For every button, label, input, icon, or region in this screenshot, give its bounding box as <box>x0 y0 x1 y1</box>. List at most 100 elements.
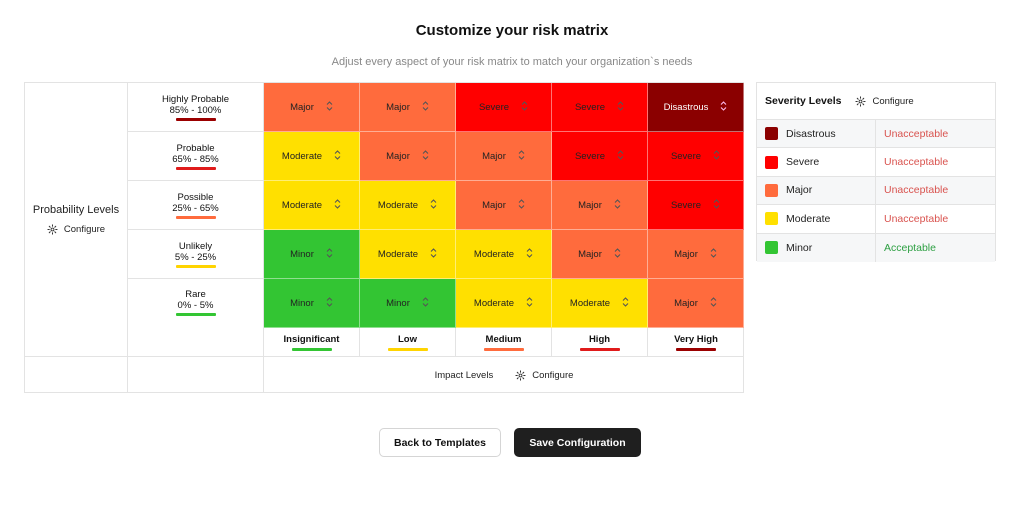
impact-level-name: Medium <box>485 333 522 345</box>
risk-cell-select[interactable]: Minor <box>264 279 360 328</box>
probability-configure-label: Configure <box>63 224 106 235</box>
severity-color-swatch <box>765 212 778 226</box>
impact-level[interactable]: High <box>552 328 648 356</box>
severity-level-name-cell: Major <box>757 176 876 205</box>
chevron-updown-icon <box>422 297 429 309</box>
risk-cell-select[interactable]: Major <box>648 230 744 279</box>
chevron-updown-icon <box>713 150 720 162</box>
severity-level-row[interactable]: Minor Acceptable <box>757 233 995 262</box>
impact-level-name: Very High <box>674 333 718 345</box>
risk-cell-select[interactable]: Moderate <box>456 230 552 279</box>
page-title: Customize your risk matrix <box>415 22 609 39</box>
impact-level[interactable]: Low <box>360 328 456 356</box>
chevron-updown-icon <box>614 199 621 211</box>
risk-cell-value: Moderate <box>569 297 611 309</box>
chevron-updown-icon <box>334 199 341 211</box>
severity-level-list: Disastrous Unacceptable Severe Unacceptable… <box>757 120 995 262</box>
impact-level-color-bar <box>387 347 428 351</box>
impact-level[interactable]: Insignificant <box>264 328 360 356</box>
empty-cell <box>25 357 128 393</box>
risk-cell-value: Major <box>578 248 602 260</box>
probability-level[interactable]: Rare 0% - 5% <box>128 279 263 357</box>
severity-level-row[interactable]: Disastrous Unacceptable <box>757 120 995 149</box>
chevron-updown-icon <box>617 150 624 162</box>
risk-cell-value: Major <box>578 199 602 211</box>
chevron-updown-icon <box>518 199 525 211</box>
probability-level-range: 0% - 5% <box>177 300 214 311</box>
probability-level[interactable]: Highly Probable 85% - 100% <box>128 83 263 132</box>
risk-cell-value: Major <box>482 199 506 211</box>
probability-level-range: 65% - 85% <box>172 153 219 165</box>
risk-cell-select[interactable]: Major <box>360 83 456 132</box>
impact-levels-title: Impact Levels <box>434 369 494 381</box>
risk-cell-select[interactable]: Moderate <box>264 181 360 230</box>
probability-level-color-bar <box>175 166 216 170</box>
severity-level-name-cell: Moderate <box>757 205 876 233</box>
risk-cell-value: Moderate <box>281 150 323 162</box>
impact-level-color-bar <box>579 347 620 351</box>
probability-level[interactable]: Probable 65% - 85% <box>128 132 263 181</box>
probability-level-color-bar <box>175 313 216 316</box>
impact-configure-button[interactable]: Configure <box>515 370 573 381</box>
impact-level-color-bar <box>291 347 332 351</box>
impact-level[interactable]: Medium <box>456 328 552 356</box>
risk-cell-select[interactable]: Moderate <box>456 279 552 328</box>
severity-color-swatch <box>765 183 778 197</box>
chevron-updown-icon <box>326 101 333 113</box>
risk-cell-select[interactable]: Major <box>264 83 360 132</box>
probability-level-color-bar <box>175 215 216 219</box>
risk-cell-select[interactable]: Major <box>456 132 552 181</box>
risk-cell-value: Minor <box>290 248 314 260</box>
risk-cell-select[interactable]: Minor <box>360 279 456 328</box>
probability-level[interactable]: Possible 25% - 65% <box>128 181 263 230</box>
risk-cell-select[interactable]: Moderate <box>360 230 456 279</box>
impact-level-list: Insignificant Low Medium High Very High <box>264 328 744 357</box>
chevron-updown-icon <box>334 150 341 162</box>
risk-cell-select[interactable]: Major <box>360 132 456 181</box>
page-subtitle: Adjust every aspect of your risk matrix … <box>331 56 693 68</box>
severity-level-name-cell: Disastrous <box>757 120 876 148</box>
risk-cell-select[interactable]: Minor <box>264 230 360 279</box>
risk-cell-select[interactable]: Severe <box>648 132 744 181</box>
risk-cell-select[interactable]: Disastrous <box>648 83 744 132</box>
severity-level-row[interactable]: Moderate Unacceptable <box>757 205 995 234</box>
risk-cell-value: Moderate <box>281 199 323 211</box>
back-to-templates-button[interactable]: Back to Templates <box>379 428 501 457</box>
risk-cell-select[interactable]: Major <box>456 181 552 230</box>
risk-cell-select[interactable]: Severe <box>456 83 552 132</box>
save-configuration-button[interactable]: Save Configuration <box>514 428 641 457</box>
severity-level-name: Moderate <box>786 212 831 225</box>
probability-levels-panel: Probability Levels Configure <box>25 83 128 357</box>
risk-cell-select[interactable]: Severe <box>648 181 744 230</box>
risk-cell-value: Major <box>674 248 698 260</box>
impact-level-color-bar <box>483 347 524 351</box>
chevron-updown-icon <box>526 248 533 260</box>
risk-cell-select[interactable]: Severe <box>552 132 648 181</box>
impact-levels-footer: Impact Levels Configure <box>264 357 744 393</box>
risk-cell-select[interactable]: Major <box>648 279 744 328</box>
chevron-updown-icon <box>614 248 621 260</box>
severity-level-row[interactable]: Major Unacceptable <box>757 176 995 206</box>
severity-level-name: Minor <box>786 241 813 254</box>
chevron-updown-icon <box>521 101 528 113</box>
probability-level-name: Probable <box>176 142 215 154</box>
risk-cell-select[interactable]: Severe <box>552 83 648 132</box>
risk-cell-select[interactable]: Major <box>552 230 648 279</box>
severity-configure-button[interactable]: Configure <box>855 95 914 107</box>
probability-configure-button[interactable]: Configure <box>47 224 105 235</box>
risk-cell-select[interactable]: Moderate <box>264 132 360 181</box>
probability-level[interactable]: Unlikely 5% - 25% <box>128 230 263 279</box>
severity-level-name-cell: Minor <box>757 233 876 262</box>
severity-level-row[interactable]: Severe Unacceptable <box>757 148 995 177</box>
risk-cell-select[interactable]: Major <box>552 181 648 230</box>
risk-cell-value: Disastrous <box>663 101 709 113</box>
severity-level-status: Unacceptable <box>884 156 949 169</box>
empty-cell <box>128 357 264 393</box>
chevron-updown-icon <box>617 101 624 113</box>
risk-cell-select[interactable]: Moderate <box>552 279 648 328</box>
chevron-updown-icon <box>710 248 717 260</box>
impact-level[interactable]: Very High <box>648 328 744 356</box>
chevron-updown-icon <box>710 297 717 309</box>
gear-icon <box>855 95 867 107</box>
risk-cell-select[interactable]: Moderate <box>360 181 456 230</box>
